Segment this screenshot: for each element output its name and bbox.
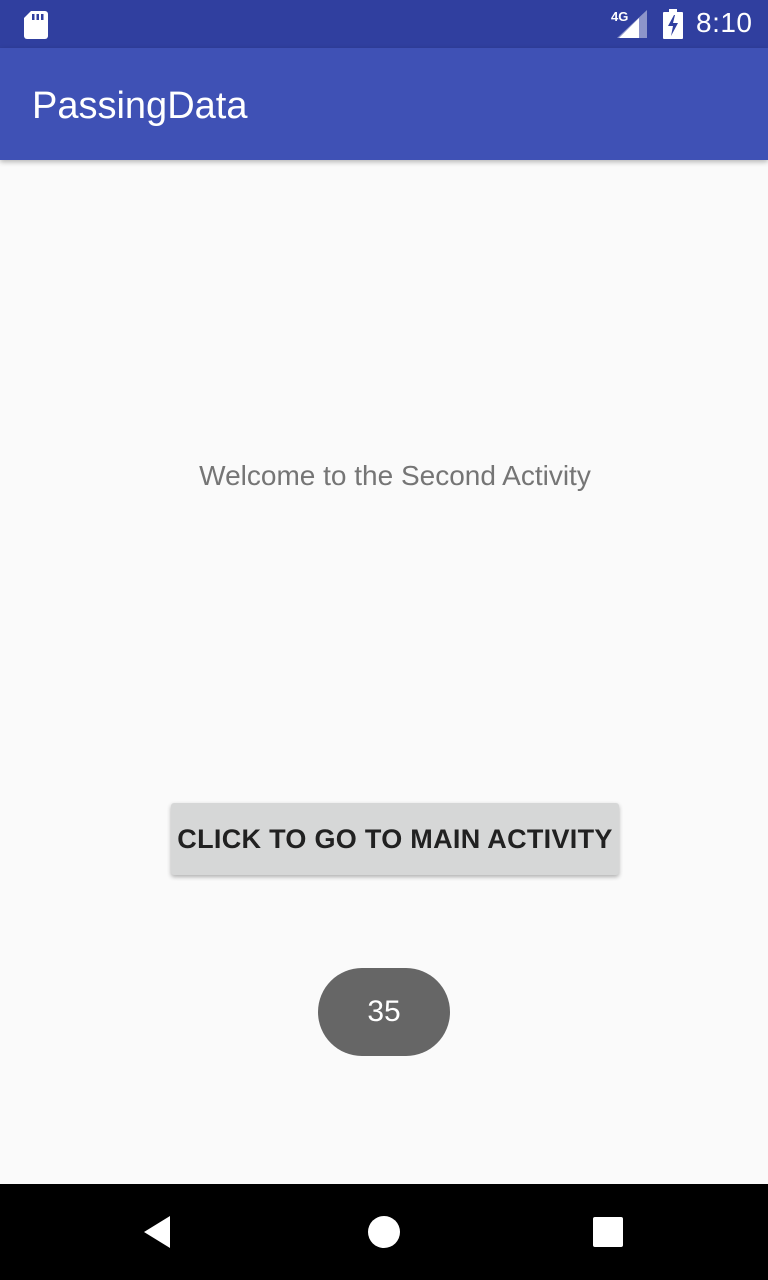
welcome-text: Welcome to the Second Activity — [199, 460, 591, 491]
home-icon — [368, 1216, 400, 1248]
back-button[interactable] — [112, 1184, 208, 1280]
recents-icon — [593, 1217, 623, 1247]
app-bar: PassingData — [0, 48, 768, 160]
recents-button[interactable] — [560, 1184, 656, 1280]
app-title: PassingData — [32, 85, 248, 127]
battery-charging-icon — [663, 9, 683, 39]
go-to-main-activity-button[interactable]: CLICK TO GO TO MAIN ACTIVITY — [171, 803, 619, 875]
back-icon — [144, 1216, 170, 1248]
sd-card-icon — [24, 11, 48, 39]
status-bar: 4G 8:10 — [0, 0, 768, 48]
toast-message: 35 — [318, 968, 450, 1056]
home-button[interactable] — [336, 1184, 432, 1280]
status-clock: 8:10 — [696, 7, 753, 38]
navigation-bar — [0, 1184, 768, 1280]
signal-icon — [617, 10, 647, 38]
